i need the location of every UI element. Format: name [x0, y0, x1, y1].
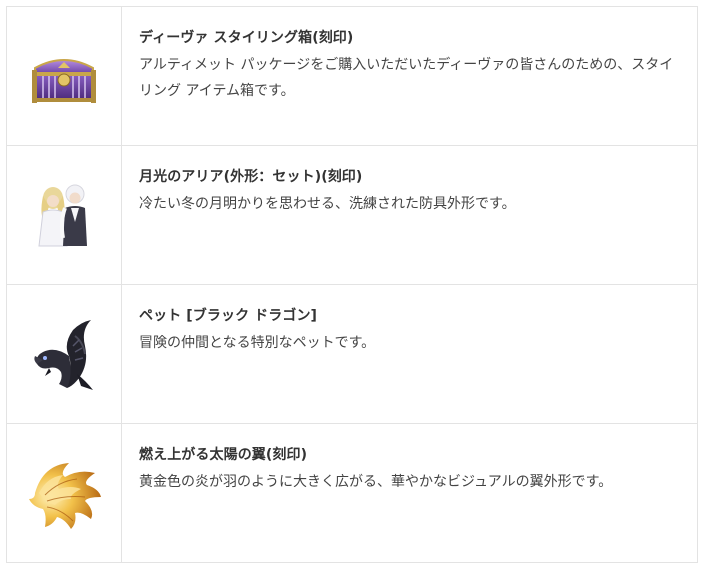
flaming-wings-icon [29, 463, 101, 529]
item-description: 冷たい冬の月明かりを思わせる、洗練された防具外形です。 [139, 196, 516, 212]
item-description: 冒険の仲間となる特別なペットです。 [139, 335, 376, 351]
treasure-chest-icon [32, 59, 96, 103]
item-thumbnail [7, 285, 122, 423]
item-row: 月光のアリア(外形：セット)(刻印) 冷たい冬の月明かりを思わせる、洗練された防… [7, 146, 697, 285]
item-description: アルティメット パッケージをご購入いただいたディーヴァの皆さんのための、スタイリ… [139, 57, 674, 99]
item-thumbnail [7, 146, 122, 284]
item-row: ペット [ブラック ドラゴン] 冒険の仲間となる特別なペットです。 [7, 285, 697, 424]
item-content: ディーヴァ スタイリング箱(刻印) アルティメット パッケージをご購入いただいた… [122, 7, 697, 145]
item-content: ペット [ブラック ドラゴン] 冒険の仲間となる特別なペットです。 [122, 285, 697, 423]
item-title: ペット [ブラック ドラゴン] [139, 308, 318, 324]
item-thumbnail [7, 7, 122, 145]
item-description: 黄金色の炎が羽のように大きく広がる、華やかなビジュアルの翼外形です。 [139, 474, 613, 490]
item-row: 燃え上がる太陽の翼(刻印) 黄金色の炎が羽のように大きく広がる、華やかなビジュア… [7, 424, 697, 563]
item-title: 燃え上がる太陽の翼(刻印) [139, 447, 308, 463]
item-content: 月光のアリア(外形：セット)(刻印) 冷たい冬の月明かりを思わせる、洗練された防… [122, 146, 697, 284]
item-title: 月光のアリア(外形：セット)(刻印) [139, 169, 363, 185]
item-row: ディーヴァ スタイリング箱(刻印) アルティメット パッケージをご購入いただいた… [7, 7, 697, 146]
item-thumbnail [7, 424, 122, 562]
item-content: 燃え上がる太陽の翼(刻印) 黄金色の炎が羽のように大きく広がる、華やかなビジュア… [122, 424, 697, 562]
couple-costume-icon [38, 184, 87, 247]
black-dragon-pet-icon [34, 320, 93, 390]
item-list-table: ディーヴァ スタイリング箱(刻印) アルティメット パッケージをご購入いただいた… [6, 6, 698, 563]
item-title: ディーヴァ スタイリング箱(刻印) [139, 30, 354, 46]
